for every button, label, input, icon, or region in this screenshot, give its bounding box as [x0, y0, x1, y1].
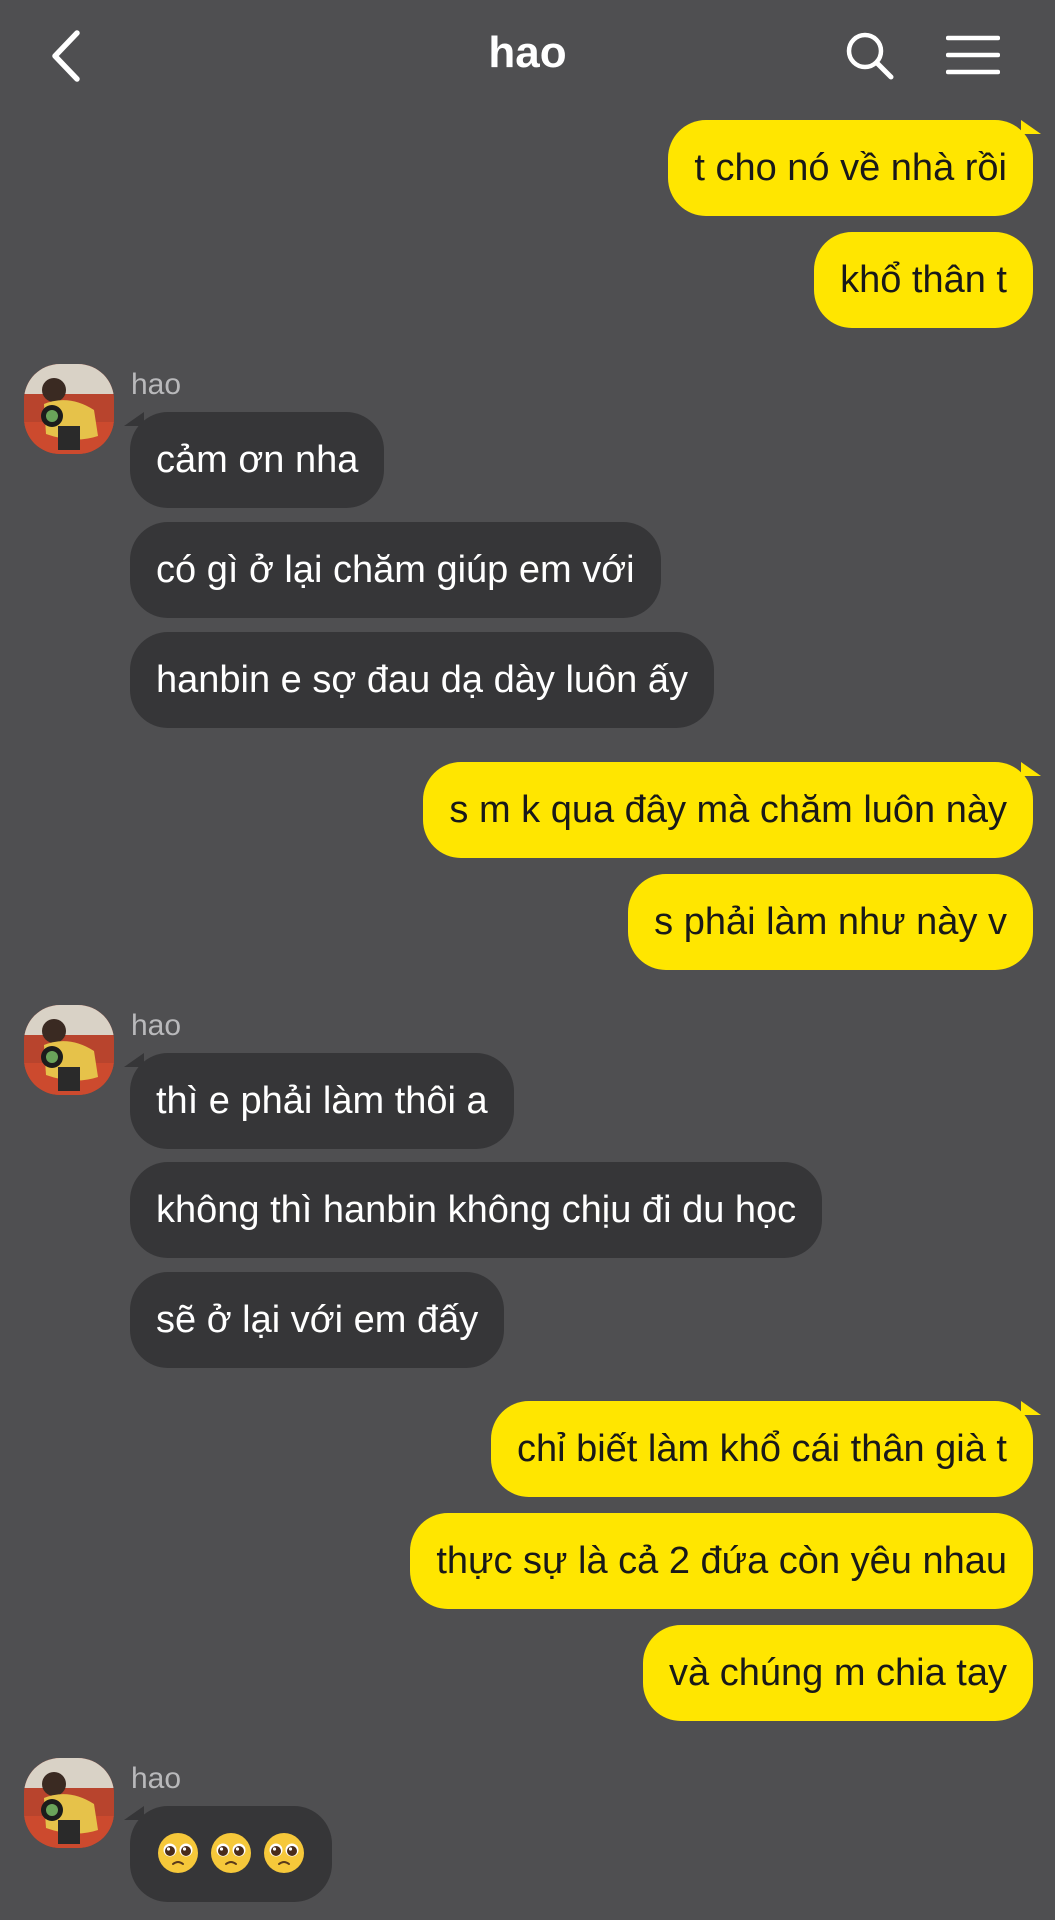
menu-icon — [946, 35, 1000, 75]
incoming-message[interactable]: hanbin e sợ đau dạ dày luôn ấy — [130, 632, 714, 728]
outgoing-message[interactable]: và chúng m chia tay — [643, 1625, 1033, 1721]
chat-screen: hao t cho nó về nhà rồi khổ thân t hao c… — [0, 0, 1055, 1920]
avatar[interactable] — [24, 1758, 114, 1848]
bubble-tail — [124, 1806, 144, 1820]
pleading-face-emoji — [211, 1832, 251, 1873]
avatar[interactable] — [24, 1005, 114, 1095]
avatar-photo — [24, 1758, 114, 1848]
pleading-face-emoji — [158, 1832, 198, 1873]
avatar-photo — [24, 1005, 114, 1095]
sender-name: hao — [131, 1762, 182, 1795]
bubble-tail — [124, 1053, 144, 1067]
incoming-message[interactable]: không thì hanbin không chịu đi du học — [130, 1162, 823, 1258]
outgoing-message[interactable]: thực sự là cả 2 đứa còn yêu nhau — [410, 1513, 1033, 1609]
outgoing-message[interactable]: chỉ biết làm khổ cái thân già t — [490, 1401, 1033, 1497]
incoming-message[interactable]: cảm ơn nha — [130, 412, 385, 508]
bubble-tail — [124, 412, 144, 426]
outgoing-message[interactable]: s m k qua đây mà chăm luôn này — [423, 762, 1033, 858]
incoming-message[interactable]: có gì ở lại chăm giúp em với — [130, 522, 661, 618]
search-button[interactable] — [842, 28, 898, 84]
menu-button[interactable] — [944, 30, 1002, 80]
avatar[interactable] — [24, 364, 114, 454]
outgoing-message[interactable]: s phải làm như này v — [628, 874, 1033, 970]
incoming-message[interactable]: sẽ ở lại với em đấy — [130, 1272, 505, 1368]
bubble-tail — [1021, 762, 1041, 776]
bubble-tail — [1021, 1401, 1041, 1415]
sender-name: hao — [131, 368, 182, 401]
outgoing-message[interactable]: khổ thân t — [814, 232, 1033, 328]
sender-name: hao — [131, 1009, 182, 1042]
incoming-emoji-message[interactable] — [130, 1806, 332, 1902]
incoming-message[interactable]: thì e phải làm thôi a — [130, 1053, 514, 1149]
bubble-tail — [1021, 120, 1041, 134]
chat-header: hao — [0, 0, 1055, 110]
pleading-face-emoji — [264, 1832, 304, 1873]
outgoing-message[interactable]: t cho nó về nhà rồi — [668, 120, 1033, 216]
search-icon — [846, 32, 894, 80]
avatar-photo — [24, 364, 114, 454]
